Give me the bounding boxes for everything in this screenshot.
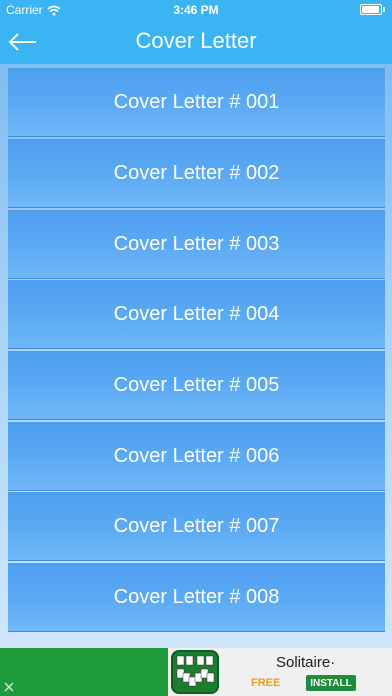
status-bar: Carrier 3:46 PM bbox=[0, 0, 392, 20]
cover-letter-list[interactable]: Cover Letter # 001 Cover Letter # 002 Co… bbox=[0, 64, 392, 648]
list-item-005[interactable]: Cover Letter # 005 bbox=[8, 351, 385, 420]
page-title: Cover Letter bbox=[135, 28, 257, 53]
list-item-001[interactable]: Cover Letter # 001 bbox=[8, 68, 385, 137]
list-item-003[interactable]: Cover Letter # 003 bbox=[8, 210, 385, 279]
solitaire-app-icon bbox=[171, 650, 219, 694]
ad-info-icon[interactable] bbox=[2, 680, 16, 694]
battery-icon bbox=[360, 4, 386, 15]
ad-background-strip bbox=[0, 648, 168, 696]
ad-price: FREE bbox=[251, 677, 281, 689]
ad-install-button[interactable]: INSTALL bbox=[306, 675, 356, 691]
list-item-006[interactable]: Cover Letter # 006 bbox=[8, 422, 385, 491]
list-item-002[interactable]: Cover Letter # 002 bbox=[8, 139, 385, 208]
list-item-008[interactable]: Cover Letter # 008 bbox=[8, 563, 385, 632]
status-time: 3:46 PM bbox=[173, 3, 219, 17]
ad-app-name: Solitaire· bbox=[276, 654, 336, 671]
list-item-004[interactable]: Cover Letter # 004 bbox=[8, 280, 385, 349]
ad-banner[interactable]: Solitaire· FREE INSTALL bbox=[0, 648, 392, 696]
navigation-bar: Cover Letter bbox=[0, 20, 392, 64]
list-item-007[interactable]: Cover Letter # 007 bbox=[8, 492, 385, 561]
